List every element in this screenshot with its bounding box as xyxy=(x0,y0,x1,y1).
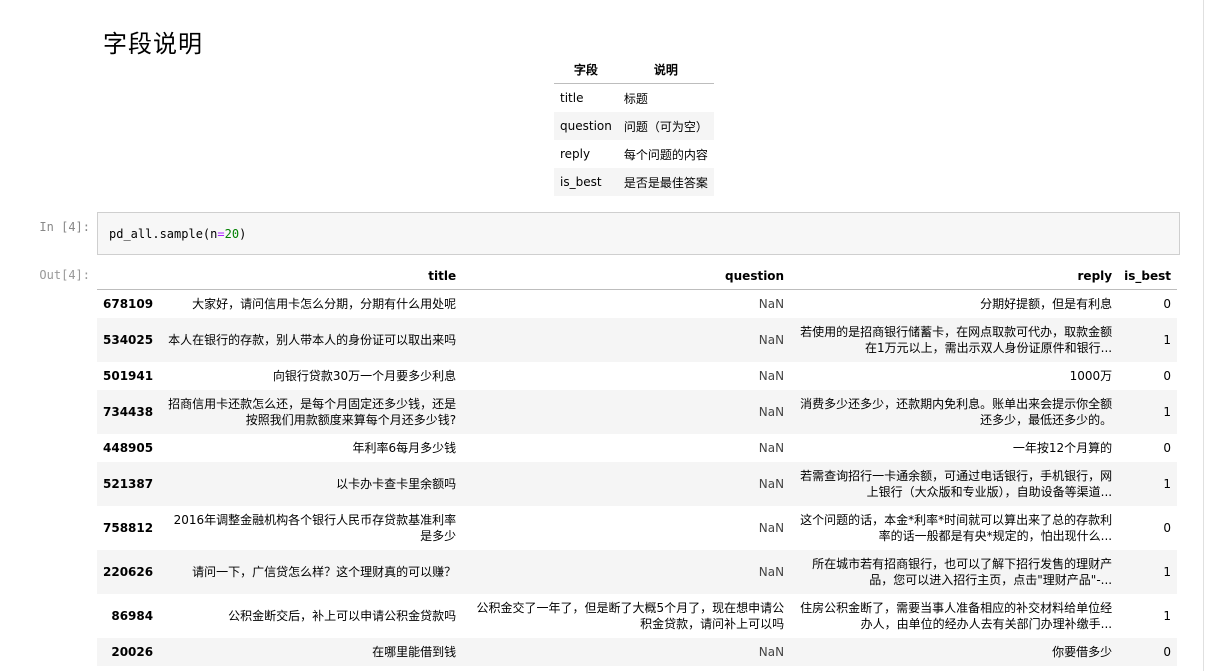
question-cell: NaN xyxy=(758,520,785,535)
title-cell: 公积金断交后，补上可以申请公积金贷款吗 xyxy=(228,608,457,623)
title-cell: 在哪里能借到钱 xyxy=(372,644,457,659)
is-best-cell: 0 xyxy=(1163,368,1171,383)
field-row: title 标题 xyxy=(554,84,714,113)
reply-cell: 消费多少还多少，还款期内免利息。账单出来会提示你全额还多少，最低还多少的。 xyxy=(800,396,1113,427)
row-index: 734438 xyxy=(97,389,160,434)
code-cell[interactable]: pd_all.sample(n=20) xyxy=(97,212,1180,255)
code-text[interactable]: pd_all.sample(n=20) xyxy=(109,227,246,241)
reply-cell: 所在城市若有招商银行，也可以了解下招行发售的理财产品，您可以进入招行主页，点击"… xyxy=(812,556,1113,587)
is-best-cell: 0 xyxy=(1118,637,1177,666)
dataframe-output: title question reply is_best 678109 大家好，… xyxy=(97,263,1177,666)
row-index: 220626 xyxy=(97,549,160,594)
reply-cell: 这个问题的话，本金*利率*时间就可以算出来了总的存款利率的话一般都是有央*规定的… xyxy=(800,512,1113,543)
table-row: 521387 以卡办卡查卡里余额吗 NaN 若需查询招行一卡通余额，可通过电话银… xyxy=(97,461,1177,506)
input-prompt: In [4]: xyxy=(39,220,90,234)
reply-cell: 若使用的是招商银行储蓄卡，在网点取款可代办，取款金额在1万元以上，需出示双人身份… xyxy=(800,324,1113,355)
question-cell: NaN xyxy=(758,404,785,419)
question-cell: NaN xyxy=(758,368,785,383)
is-best-cell: 1 xyxy=(1163,608,1171,623)
table-row: 448905 年利率6每月多少钱 NaN 一年按12个月算的 0 xyxy=(97,434,1177,462)
field-name: is_best xyxy=(554,168,618,196)
title-cell: 请问一下，广信贷怎么样？这个理财真的可以赚？ xyxy=(192,564,457,579)
question-cell: NaN xyxy=(758,644,785,659)
reply-cell: 1000万 xyxy=(1069,368,1113,383)
row-index: 758812 xyxy=(103,520,154,535)
field-name: question xyxy=(554,112,618,140)
is-best-cell: 0 xyxy=(1163,440,1171,455)
row-index: 534025 xyxy=(97,317,160,362)
is-best-cell: 1 xyxy=(1118,389,1177,434)
is-best-cell: 1 xyxy=(1118,461,1177,506)
code-operator: = xyxy=(217,227,225,241)
field-description: 标题 xyxy=(623,91,648,106)
table-row: 501941 向银行贷款30万一个月要多少利息 NaN 1000万 0 xyxy=(97,362,1177,390)
reply-cell: 住房公积金断了，需要当事人准备相应的补交材料给单位经办人，由单位的经办人去有关部… xyxy=(800,600,1113,631)
field-description: 问题（可为空） xyxy=(617,112,714,140)
output-prompt: Out[4]: xyxy=(39,268,90,282)
is-best-cell: 0 xyxy=(1163,296,1171,311)
field-name: title xyxy=(560,91,584,105)
question-cell: NaN xyxy=(758,332,785,347)
field-row: is_best 是否是最佳答案 xyxy=(554,168,714,196)
dataframe-header-row: title question reply is_best xyxy=(97,263,1177,290)
reply-cell: 你要借多少 xyxy=(1052,644,1113,659)
table-row: 534025 本人在银行的存款，别人带本人的身份证可以取出来吗 NaN 若使用的… xyxy=(97,317,1177,362)
row-index: 501941 xyxy=(103,368,154,383)
title-column-header: title xyxy=(159,263,463,290)
field-description: 每个问题的内容 xyxy=(623,147,708,162)
title-cell: 年利率6每月多少钱 xyxy=(352,440,457,455)
row-index: 448905 xyxy=(103,440,154,455)
row-index: 20026 xyxy=(97,637,160,666)
code-number: 20 xyxy=(224,227,240,241)
question-cell: NaN xyxy=(758,564,785,579)
code-token: ) xyxy=(239,227,247,241)
field-row: reply 每个问题的内容 xyxy=(554,140,714,168)
field-description-table: 字段 说明 title 标题 question 问题（可为空） reply 每个… xyxy=(554,56,714,196)
title-cell: 向银行贷款30万一个月要多少利息 xyxy=(272,368,457,383)
reply-cell: 分期好提额，但是有利息 xyxy=(980,296,1113,311)
table-row: 20026 在哪里能借到钱 NaN 你要借多少 0 xyxy=(97,637,1177,666)
reply-cell: 一年按12个月算的 xyxy=(1012,440,1113,455)
table-row: 734438 招商信用卡还款怎么还，是每个月固定还多少钱，还是按照我们用款额度来… xyxy=(97,389,1177,434)
title-cell: 大家好，请问信用卡怎么分期，分期有什么用处呢 xyxy=(192,296,457,311)
table-row: 758812 2016年调整金融机构各个银行人民币存贷款基准利率是多少 NaN … xyxy=(97,506,1177,550)
field-column-header: 字段 xyxy=(554,56,618,84)
table-row: 678109 大家好，请问信用卡怎么分期，分期有什么用处呢 NaN 分期好提额，… xyxy=(97,290,1177,318)
is-best-column-header: is_best xyxy=(1118,263,1177,290)
row-index: 678109 xyxy=(103,296,154,311)
field-description: 是否是最佳答案 xyxy=(617,168,714,196)
question-cell: 公积金交了一年了，但是断了大概5个月了，现在想申请公积金贷款，请问补上可以吗 xyxy=(476,600,785,631)
row-index: 521387 xyxy=(97,461,160,506)
table-row: 86984 公积金断交后，补上可以申请公积金贷款吗 公积金交了一年了，但是断了大… xyxy=(97,594,1177,638)
index-column-header xyxy=(97,263,160,290)
field-row: question 问题（可为空） xyxy=(554,112,714,140)
reply-cell: 若需查询招行一卡通余额，可通过电话银行，手机银行，网上银行（大众版和专业版），自… xyxy=(800,468,1113,499)
reply-column-header: reply xyxy=(790,263,1119,290)
is-best-cell: 0 xyxy=(1163,520,1171,535)
is-best-cell: 1 xyxy=(1118,317,1177,362)
question-cell: NaN xyxy=(758,296,785,311)
table-row: 220626 请问一下，广信贷怎么样？这个理财真的可以赚？ NaN 所在城市若有… xyxy=(97,549,1177,594)
title-cell: 招商信用卡还款怎么还，是每个月固定还多少钱，还是按照我们用款额度来算每个月还多少… xyxy=(168,396,457,427)
question-cell: NaN xyxy=(758,476,785,491)
question-column-header: question xyxy=(462,263,791,290)
field-name: reply xyxy=(560,147,591,161)
code-token: pd_all.sample(n xyxy=(109,227,218,241)
section-heading: 字段说明 xyxy=(103,30,203,59)
title-cell: 以卡办卡查卡里余额吗 xyxy=(336,476,457,491)
title-cell: 本人在银行的存款，别人带本人的身份证可以取出来吗 xyxy=(168,332,457,347)
row-index: 86984 xyxy=(111,608,154,623)
is-best-cell: 1 xyxy=(1118,549,1177,594)
description-column-header: 说明 xyxy=(617,56,714,84)
title-cell: 2016年调整金融机构各个银行人民币存贷款基准利率是多少 xyxy=(173,512,457,543)
question-cell: NaN xyxy=(758,440,785,455)
page-right-border xyxy=(1203,0,1204,671)
